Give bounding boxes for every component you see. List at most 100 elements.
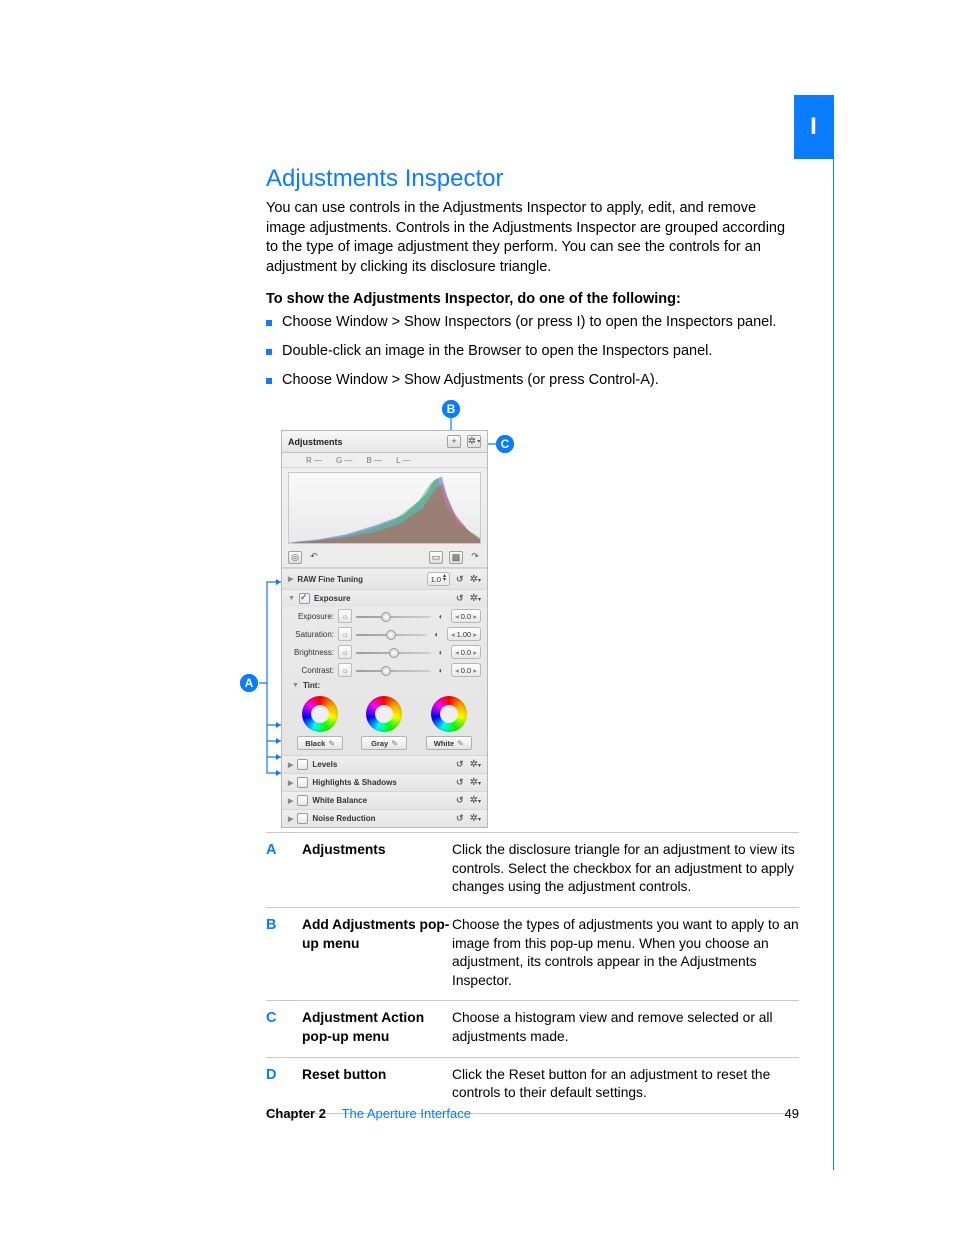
callout-letter: A xyxy=(266,841,302,897)
table-row: C Adjustment Action pop-up menu Choose a… xyxy=(266,1001,799,1057)
page-title: Adjustments Inspector xyxy=(266,165,799,193)
param-label: Contrast: xyxy=(288,666,334,675)
disclosure-triangle-icon: ▶ xyxy=(288,797,293,805)
callout-name: Add Adjustments pop-up menu xyxy=(302,916,452,991)
tint-picker-black[interactable]: Black✎ xyxy=(297,736,343,750)
value-stepper-contrast[interactable]: ◂0.0▸ xyxy=(451,663,481,677)
callout-desc: Click the disclosure triangle for an adj… xyxy=(452,841,799,897)
tint-picker-gray[interactable]: Gray✎ xyxy=(361,736,407,750)
section-action-button[interactable]: ✲▾ xyxy=(470,777,481,788)
bullet-icon xyxy=(266,349,272,355)
section-label: Noise Reduction xyxy=(312,814,375,823)
reset-button[interactable]: ↺ xyxy=(456,795,464,806)
param-icon: ☼ xyxy=(338,627,352,641)
disclosure-triangle-icon: ▼ xyxy=(292,682,299,689)
enable-checkbox[interactable] xyxy=(297,759,308,770)
tint-wheel-black[interactable] xyxy=(302,696,338,732)
enable-checkbox[interactable] xyxy=(297,813,308,824)
section-action-button[interactable]: ✲▾ xyxy=(470,795,481,806)
callout-name: Adjustments xyxy=(302,841,452,897)
shadow-clip-button[interactable]: ▭ xyxy=(429,551,443,564)
enable-checkbox[interactable] xyxy=(297,795,308,806)
param-saturation: Saturation:☼◐◂1.00▸ xyxy=(282,625,487,643)
reset-button[interactable]: ↺ xyxy=(456,759,464,770)
callout-badge-a: A xyxy=(240,674,258,692)
slider-contrast[interactable] xyxy=(356,665,431,675)
enable-checkbox[interactable] xyxy=(299,593,310,604)
section-white-balance[interactable]: ▶ White Balance ↺ ✲▾ xyxy=(282,791,487,809)
redo-icon[interactable]: ↷ xyxy=(469,551,481,562)
add-adjustments-button[interactable]: + xyxy=(447,435,461,448)
slider-saturation[interactable] xyxy=(356,629,427,639)
gear-icon: ✲ xyxy=(468,437,476,447)
instruction-item: Choose Window > Show Inspectors (or pres… xyxy=(282,313,776,332)
table-row: A Adjustments Click the disclosure trian… xyxy=(266,833,799,908)
page-number: 49 xyxy=(785,1106,799,1121)
slider-brightness[interactable] xyxy=(356,647,431,657)
tint-picker-white[interactable]: White✎ xyxy=(426,736,472,750)
param-exposure: Exposure:☼◐◂0.0▸ xyxy=(282,607,487,625)
table-row: B Add Adjustments pop-up menu Choose the… xyxy=(266,908,799,1002)
section-action-button[interactable]: ✲▾ xyxy=(470,813,481,824)
eyedropper-icon: ✎ xyxy=(391,739,398,748)
reset-button[interactable]: ↺ xyxy=(456,593,464,604)
section-label: White Balance xyxy=(312,796,367,805)
reset-button[interactable]: ↺ xyxy=(456,813,464,824)
channel-l: L xyxy=(396,456,410,465)
param-end-icon: ◐ xyxy=(435,610,447,622)
adjustment-action-button[interactable]: ✲▾ xyxy=(467,435,481,448)
value-stepper-brightness[interactable]: ◂0.0▸ xyxy=(451,645,481,659)
param-end-icon: ◐ xyxy=(435,664,447,676)
loupe-button[interactable]: ◎ xyxy=(288,551,302,564)
callout-badge-b: B xyxy=(442,400,460,418)
slider-exposure[interactable] xyxy=(356,611,431,621)
chapter-label: Chapter 2 The Aperture Interface xyxy=(266,1106,471,1121)
section-noise-reduction[interactable]: ▶Noise Reduction↺✲▾ xyxy=(282,809,487,827)
histogram xyxy=(288,472,481,544)
section-action-button[interactable]: ✲▾ xyxy=(470,759,481,770)
section-action-button[interactable]: ✲▾ xyxy=(470,574,481,585)
section-label: Highlights & Shadows xyxy=(312,778,396,787)
tint-header[interactable]: ▼ Tint: xyxy=(282,679,487,692)
section-divider xyxy=(833,95,834,1170)
param-label: Brightness: xyxy=(288,648,334,657)
section-highlights-shadows[interactable]: ▶Highlights & Shadows↺✲▾ xyxy=(282,773,487,791)
callout-desc: Choose the types of adjustments you want… xyxy=(452,916,799,991)
eyedropper-icon: ✎ xyxy=(457,739,464,748)
param-label: Saturation: xyxy=(288,630,334,639)
tint-buttons: Black✎ Gray✎ White✎ xyxy=(282,734,487,755)
value-stepper-exposure[interactable]: ◂0.0▸ xyxy=(451,609,481,623)
chevron-down-icon: ▾ xyxy=(477,439,480,445)
reset-button[interactable]: ↺ xyxy=(456,777,464,788)
histogram-toolbar: ◎ ↶ ▭ ▩ ↷ xyxy=(282,548,487,568)
instruction-item: Choose Window > Show Adjustments (or pre… xyxy=(282,371,659,390)
raw-version-stepper[interactable]: 1.0 ▴▾ xyxy=(427,572,450,586)
enable-checkbox[interactable] xyxy=(297,777,308,788)
section-levels[interactable]: ▶Levels↺✲▾ xyxy=(282,755,487,773)
callout-name: Adjustment Action pop-up menu xyxy=(302,1009,452,1046)
disclosure-triangle-icon: ▶ xyxy=(288,575,293,583)
reset-button[interactable]: ↺ xyxy=(456,574,464,585)
adjustments-panel: Adjustments + ✲▾ R G B L xyxy=(281,430,488,828)
param-icon: ☼ xyxy=(338,663,352,677)
value-stepper-saturation[interactable]: ◂1.00▸ xyxy=(447,627,481,641)
section-raw-fine-tuning[interactable]: ▶ RAW Fine Tuning 1.0 ▴▾ ↺ ✲▾ xyxy=(282,568,487,589)
section-exposure[interactable]: ▼ Exposure ↺ ✲▾ xyxy=(282,589,487,607)
section-action-button[interactable]: ✲▾ xyxy=(470,593,481,604)
panel-title: Adjustments xyxy=(288,437,343,447)
callout-badge-c: C xyxy=(496,435,514,453)
tint-wheel-white[interactable] xyxy=(431,696,467,732)
channel-b: B xyxy=(366,456,382,465)
chapter-title: The Aperture Interface xyxy=(342,1106,471,1121)
param-brightness: Brightness:☼◐◂0.0▸ xyxy=(282,643,487,661)
panel-header: Adjustments + ✲▾ xyxy=(282,431,487,453)
section-label: RAW Fine Tuning xyxy=(297,575,363,584)
highlight-clip-button[interactable]: ▩ xyxy=(449,551,463,564)
undo-icon[interactable]: ↶ xyxy=(308,551,320,562)
bullet-icon xyxy=(266,378,272,384)
main-content: Adjustments Inspector You can use contro… xyxy=(266,165,799,400)
tint-wheel-gray[interactable] xyxy=(366,696,402,732)
param-label: Exposure: xyxy=(288,612,334,621)
callout-desc: Choose a histogram view and remove selec… xyxy=(452,1009,799,1046)
callout-letter: D xyxy=(266,1066,302,1103)
